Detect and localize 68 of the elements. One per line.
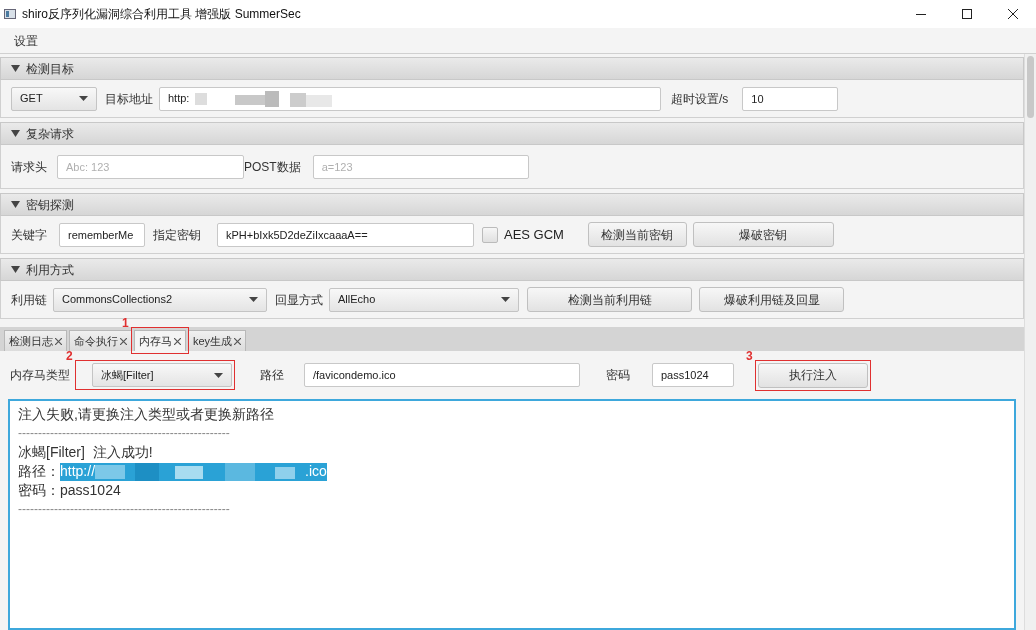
annotation-box — [131, 327, 189, 354]
caret-icon — [79, 96, 88, 101]
close-icon[interactable] — [174, 337, 181, 345]
chain-dropdown[interactable]: CommonsCollections2 — [53, 287, 267, 312]
tab[interactable]: 内存马 — [134, 330, 186, 351]
close-icon[interactable] — [120, 337, 127, 345]
annotation-number: 1 — [122, 315, 129, 332]
field-label: 指定密钥 — [153, 226, 201, 244]
app-icon — [4, 8, 16, 20]
type-dropdown[interactable]: 冰蝎[Filter] — [92, 363, 232, 387]
output-label: 路径： — [18, 462, 60, 481]
field-label: POST数据 — [244, 158, 301, 176]
output-line: 密码：pass1024 — [18, 481, 122, 500]
field-label: 关键字 — [11, 226, 47, 244]
method-dropdown[interactable]: GET — [11, 86, 97, 111]
divider-text: ----------------------------------------------------- — [18, 501, 231, 518]
field-label: 回显方式 — [275, 291, 323, 309]
path-field[interactable]: /favicondemo.ico — [304, 363, 580, 387]
divider-text: ----------------------------------------------------- — [18, 425, 231, 442]
section-header[interactable]: 检测目标 — [0, 57, 1024, 80]
caret-icon — [249, 297, 258, 302]
caret-icon — [214, 372, 223, 378]
output-line: 注入失败,请更换注入类型或者更换新路径 — [18, 405, 275, 424]
checkbox-label: AES GCM — [504, 225, 564, 244]
post-data-field[interactable]: a=123 — [312, 154, 529, 179]
annotation-number: 3 — [746, 347, 753, 365]
selected-url: http:// .ico — [60, 462, 327, 481]
timeout-field[interactable]: 10 — [742, 86, 839, 111]
caret-icon — [11, 201, 20, 208]
action-button[interactable]: 爆破密钥 — [692, 222, 834, 247]
caret-icon — [501, 297, 510, 302]
tab[interactable]: 检测日志 — [4, 330, 67, 351]
field-label: 请求头 — [11, 158, 47, 176]
section-header[interactable]: 复杂请求 — [0, 122, 1024, 145]
tab[interactable]: key生成 — [188, 330, 247, 351]
close-icon[interactable] — [55, 337, 62, 345]
field-label: 密码 — [606, 367, 630, 384]
menu-item[interactable]: 设置 — [8, 31, 44, 50]
action-button[interactable]: 执行注入 — [758, 362, 868, 388]
caret-icon — [11, 130, 20, 137]
annotation-number: 2 — [66, 348, 73, 365]
maximize-icon — [962, 9, 972, 19]
caret-icon — [11, 266, 20, 273]
password-field[interactable]: pass1024 — [652, 363, 734, 387]
checkbox[interactable] — [482, 226, 498, 243]
tab[interactable]: 命令执行 — [69, 330, 132, 351]
echo-dropdown[interactable]: AllEcho — [329, 287, 519, 312]
section-header[interactable]: 密钥探测 — [0, 193, 1024, 216]
action-button[interactable]: 检测当前密钥 — [587, 222, 687, 247]
action-button[interactable]: 爆破利用链及回显 — [699, 287, 844, 312]
keyword-field[interactable]: rememberMe — [59, 222, 145, 247]
url-field[interactable]: http: — [159, 86, 661, 111]
scrollbar-thumb[interactable] — [1027, 56, 1034, 118]
close-icon — [1008, 9, 1018, 19]
caret-icon — [11, 65, 20, 72]
output-line: 冰蝎[Filter] 注入成功! — [18, 443, 154, 462]
action-button[interactable]: 检测当前利用链 — [527, 287, 692, 312]
field-label: 利用链 — [11, 291, 47, 309]
close-icon[interactable] — [234, 337, 242, 345]
field-label: 路径 — [260, 367, 284, 384]
field-label: 目标地址 — [105, 90, 153, 108]
field-label: 超时设置/s — [671, 90, 729, 108]
scrollbar[interactable] — [1024, 54, 1036, 630]
key-field[interactable]: kPH+bIxk5D2deZiIxcaaaA== — [217, 222, 474, 247]
section-header[interactable]: 利用方式 — [0, 258, 1024, 281]
headers-field[interactable]: Abc: 123 — [57, 154, 244, 179]
field-label: 内存马类型 — [10, 367, 70, 384]
window-title: shiro反序列化漏洞综合利用工具 增强版 SummerSec — [22, 6, 301, 23]
